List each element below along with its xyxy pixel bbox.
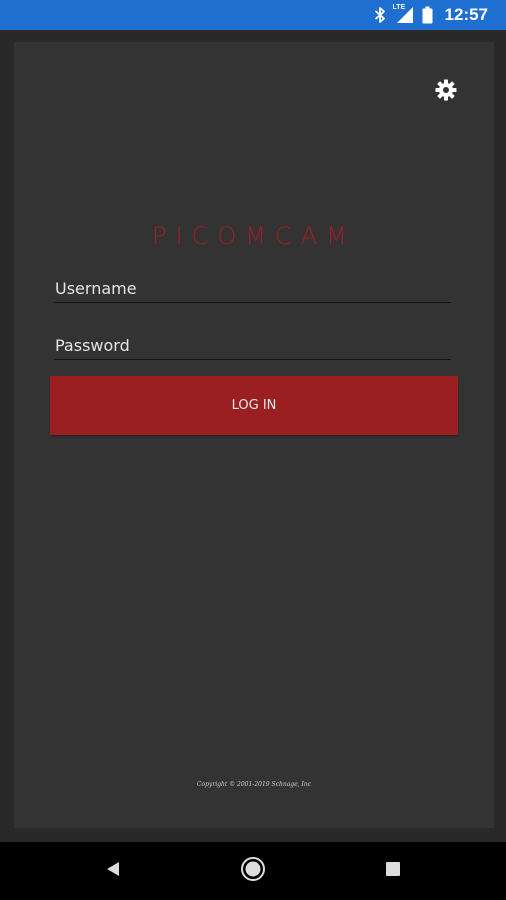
username-input[interactable] bbox=[54, 274, 451, 302]
settings-button[interactable] bbox=[434, 78, 458, 102]
copyright-text: Copyright © 2001-2019 Schnage, Inc bbox=[196, 781, 312, 788]
password-input[interactable] bbox=[54, 331, 451, 359]
gear-icon bbox=[434, 79, 458, 106]
login-card: PICOMCAM LOG IN Copyright © 2001-2019 Sc… bbox=[14, 42, 494, 828]
password-field-container bbox=[54, 331, 451, 360]
recents-button[interactable] bbox=[378, 856, 408, 886]
home-button[interactable] bbox=[238, 856, 268, 886]
recents-icon bbox=[385, 861, 401, 882]
app-area: PICOMCAM LOG IN Copyright © 2001-2019 Sc… bbox=[0, 30, 506, 842]
status-bar: LTE 12:57 bbox=[0, 0, 506, 30]
back-icon bbox=[104, 860, 122, 883]
network-type-label: LTE bbox=[392, 4, 406, 11]
status-icons: LTE 12:57 bbox=[374, 0, 488, 30]
battery-icon bbox=[422, 6, 433, 24]
navigation-bar bbox=[0, 842, 506, 900]
login-button[interactable]: LOG IN bbox=[50, 376, 458, 435]
lte-signal-icon: LTE bbox=[392, 4, 414, 24]
bluetooth-icon bbox=[374, 6, 386, 24]
app-title: PICOMCAM bbox=[152, 222, 356, 250]
back-button[interactable] bbox=[98, 856, 128, 886]
status-time: 12:57 bbox=[444, 5, 488, 24]
home-icon bbox=[240, 856, 266, 887]
username-field-container bbox=[54, 274, 451, 303]
